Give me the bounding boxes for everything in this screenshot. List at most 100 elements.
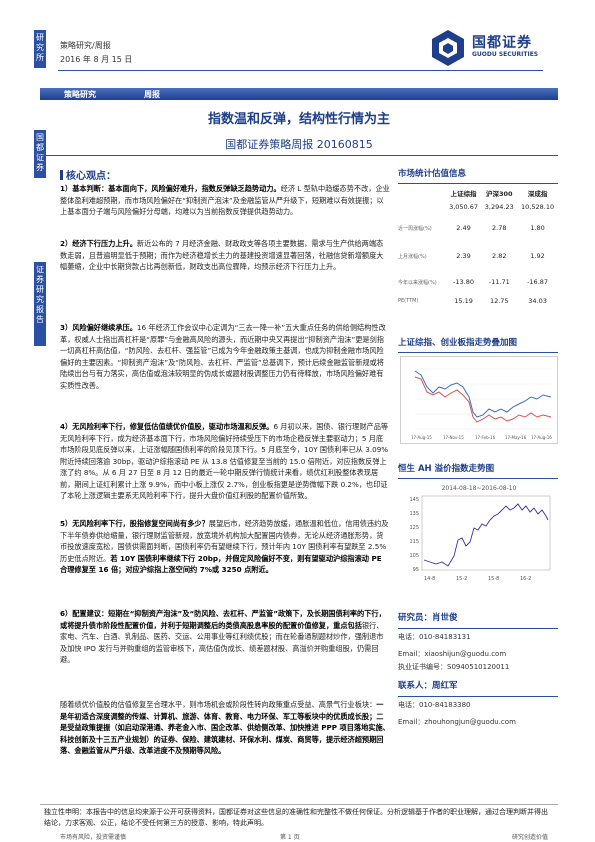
chart2-yticks: 145 135 125 115 105 95 bbox=[409, 497, 419, 573]
researcher-email: Email：xiaoshijun@guodu.com bbox=[398, 650, 507, 658]
chart2-xtick: 15-8 bbox=[488, 576, 499, 582]
chart2-divider bbox=[398, 478, 558, 479]
chart2-svg: 2014-08-18~2016-08-10 145 135 125 115 10… bbox=[409, 485, 551, 582]
logo-cn-text: 国都证券 bbox=[472, 35, 532, 51]
market-header-blank bbox=[398, 186, 446, 200]
bar-right-text: 周报 bbox=[144, 90, 160, 99]
chart2-series bbox=[423, 503, 549, 567]
chart1-grid bbox=[415, 368, 551, 430]
market-cell: 2.39 bbox=[456, 252, 471, 260]
market-row: 3,050.67 3,294.23 10,528.10 bbox=[398, 200, 558, 214]
para-4-head: 4）无风险利率下行，修复低估值绩优价值股，驱动市场温和反弹。 bbox=[60, 422, 274, 431]
market-stats: 市场统计估值信息 上证综指 沪深300 深成指 3,050.67 3,294.23… bbox=[398, 167, 558, 308]
market-cell: 10,528.10 bbox=[521, 203, 555, 211]
contact-email: Email：zhouhongjun@guodu.com bbox=[398, 718, 516, 726]
market-col-3: 深成指 bbox=[527, 190, 548, 198]
report-type: 策略研究/周报 bbox=[60, 41, 111, 50]
side-tag-report: 证券研究报告 bbox=[34, 262, 46, 346]
contact-phone: 电话：010-84183380 bbox=[398, 701, 471, 709]
para-2-head: 2）经济下行压力上升。 bbox=[60, 239, 137, 248]
chart1-xtick: 17-Feb-16 bbox=[475, 435, 496, 440]
bar-left-text: 策略研究 bbox=[64, 90, 96, 99]
researcher-cert: 执业证书编号：S0940510120011 bbox=[398, 663, 510, 671]
chart1-xtick: 17-Aug-16 bbox=[531, 435, 552, 440]
para-2: 2）经济下行压力上升。新近公布的 7 月经济金融、财政政支等各项主要数据，需求与… bbox=[60, 238, 390, 273]
chart1-heading: 上证综指、创业板指走势叠加图 bbox=[398, 338, 518, 348]
market-cell: 12.75 bbox=[489, 297, 509, 305]
chart1-svg: 17-Aug-15 17-Nov-15 17-Feb-16 17-May-16 … bbox=[411, 368, 552, 440]
market-cell: 15.19 bbox=[454, 297, 473, 305]
chart1-xtick: 17-May-16 bbox=[505, 435, 527, 440]
chart2-subtitle: 2014-08-18~2016-08-10 bbox=[442, 485, 517, 492]
market-stats-heading: 市场统计估值信息 bbox=[398, 169, 467, 179]
logo-mark-icon bbox=[432, 30, 464, 66]
market-cell: 34.03 bbox=[528, 297, 547, 305]
market-cell: 1.80 bbox=[530, 224, 545, 232]
para-1: 1）基本判断：基本面向下，风险偏好难升，指数反弹缺乏趋势动力。经济 L 型轨中趋… bbox=[60, 183, 390, 218]
contact-divider-2 bbox=[398, 696, 558, 697]
chart2-ytick: 135 bbox=[409, 511, 419, 517]
contact-heading: 联系人：周红军 bbox=[398, 681, 458, 691]
market-col-2: 沪深300 bbox=[485, 190, 513, 198]
market-cell: 2.49 bbox=[456, 224, 471, 232]
market-row: 上月涨幅(%) 2.39 2.82 1.92 bbox=[398, 242, 558, 270]
side-tag-report-text: 证券研究报告 bbox=[36, 265, 44, 324]
chart1-xtick: 17-Nov-15 bbox=[443, 435, 464, 440]
chart1-xtick: 17-Aug-15 bbox=[411, 435, 432, 440]
market-header-row: 上证综指 沪深300 深成指 bbox=[398, 186, 558, 200]
chart2-plot-area bbox=[421, 495, 551, 571]
para-6: 6）配置建议：短期在“抑制资产泡沫”及“防风险、去杠杆、严监管”政策下，及长期国… bbox=[60, 608, 390, 666]
side-tag-institute-text: 研究所 bbox=[36, 33, 44, 62]
chart2-xtick: 14-8 bbox=[424, 576, 435, 582]
para-7: 随着绩优价值股的估值修复至合理水平，则市场机会或阶段性转向政策重点受益、高景气行… bbox=[60, 699, 390, 757]
chart2-ytick: 95 bbox=[413, 567, 419, 573]
footer-left: 市场有风险，投资需谨慎 bbox=[60, 834, 127, 841]
researcher-heading: 研究员：肖世俊 bbox=[398, 613, 458, 623]
contact-block: 研究员：肖世俊 电话：010-84183131 Email：xiaoshijun… bbox=[398, 612, 558, 729]
independence-declaration: 独立性申明：本报告中的信息均来源于公开可获得资料，国都证券对这些信息的准确性和完… bbox=[40, 804, 558, 831]
page-title: 指数温和反弹，结构性行情为主 bbox=[207, 112, 390, 127]
chart2-xtick: 15-2 bbox=[456, 576, 467, 582]
para-1-head: 1）基本判断：基本面向下，风险偏好难升，指数反弹缺乏趋势动力。 bbox=[60, 184, 281, 193]
para-3-head: 3）风险偏好继续承压。 bbox=[60, 323, 137, 332]
chart2-frame: 2014-08-18~2016-08-10 145 135 125 115 10… bbox=[400, 480, 558, 590]
footer-page: 第 1 页 bbox=[280, 834, 300, 841]
market-row: PE(TTM) 15.19 12.75 34.03 bbox=[398, 294, 558, 308]
market-cell: -13.80 bbox=[453, 278, 475, 286]
chart2-block: 恒生 AH 溢价指数走势图 bbox=[398, 462, 558, 479]
market-cell: 2.78 bbox=[492, 224, 507, 232]
chart2-ytick: 145 bbox=[409, 497, 419, 503]
market-row: 近一周涨幅(%) 2.49 2.78 1.80 bbox=[398, 214, 558, 242]
market-row-label: PE(TTM) bbox=[398, 298, 419, 304]
para-4-body: 6 月初以来，国债、银行理财产品等无风险利率下行，成为经济基本面下行，市场风险偏… bbox=[60, 422, 389, 500]
para-5: 5）无风险利率下行，股指修复空间尚有多少？展望后市，经济趋势放缓，通胀温和低位，… bbox=[60, 518, 390, 576]
chart2-xticks: 14-8 15-2 15-8 16-2 bbox=[424, 576, 531, 582]
report-date: 2016 年 8 月 15 日 bbox=[60, 55, 133, 64]
para-3-body: 16 年经济工作会议中心定调为“三去一降一补”五大重点任务的供给侧结构性改革，权… bbox=[60, 323, 386, 390]
chart1-frame: 17-Aug-15 17-Nov-15 17-Feb-16 17-May-16 … bbox=[400, 356, 558, 444]
page-subtitle: 国都证券策略周报 20160815 bbox=[225, 138, 373, 151]
market-cell: 2.82 bbox=[492, 252, 507, 260]
market-row-label: 今年以来涨幅(%) bbox=[398, 279, 437, 286]
market-row: 今年以来涨幅(%) -13.80 -11.71 -16.87 bbox=[398, 270, 558, 294]
market-cell: -16.87 bbox=[527, 278, 549, 286]
logo-en-text: GUODU SECURITIES bbox=[472, 51, 539, 58]
market-cell: -11.71 bbox=[488, 278, 510, 286]
key-points-heading: 核心观点： bbox=[60, 167, 116, 182]
chart2-ytick: 105 bbox=[409, 553, 419, 559]
market-row-label: 近一周涨幅(%) bbox=[398, 225, 432, 232]
category-bar: 策略研究 周报 bbox=[40, 88, 558, 100]
header-divider bbox=[58, 70, 543, 71]
chart1-block: 上证综指、创业板指走势叠加图 bbox=[398, 336, 558, 353]
market-row-label: 上月涨幅(%) bbox=[398, 253, 427, 260]
market-cell: 1.92 bbox=[530, 252, 545, 260]
market-cell: 3,050.67 bbox=[449, 203, 479, 211]
market-cell: 3,294.23 bbox=[484, 203, 514, 211]
chart2-ytick: 125 bbox=[409, 525, 419, 531]
chart2-xtick: 16-2 bbox=[520, 576, 531, 582]
para-6-head: 6）配置建议：短期在“抑制资产泡沫”及“防风险、去杠杆、严监管”政策下，及长期国… bbox=[60, 609, 386, 630]
contact-divider-1 bbox=[398, 628, 558, 629]
para-4: 4）无风险利率下行，修复低估值绩优价值股，驱动市场温和反弹。6 月初以来，国债、… bbox=[60, 421, 390, 502]
para-3: 3）风险偏好继续承压。16 年经济工作会议中心定调为“三去一降一补”五大重点任务… bbox=[60, 322, 390, 391]
chart2-ytick: 115 bbox=[409, 539, 419, 545]
